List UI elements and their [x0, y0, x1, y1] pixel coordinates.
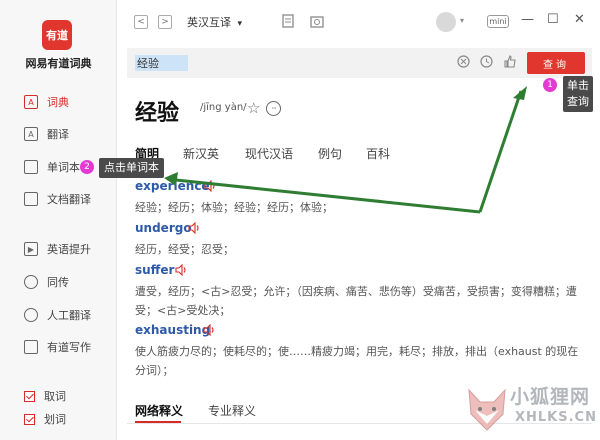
watermark: 小狐狸网 XHLKS.CN	[465, 382, 597, 436]
arrow-line-to-query	[478, 90, 523, 213]
arrow-head-icon	[513, 86, 527, 100]
step-badge-1: 1	[543, 78, 557, 92]
fox-logo-icon	[468, 388, 506, 431]
annotation-arrows	[164, 86, 527, 214]
step-badge-2: 2	[80, 160, 94, 174]
tooltip-click-wordbook: 点击单词本	[99, 158, 164, 178]
arrow-line-to-wordbook	[175, 178, 481, 214]
arrow-head-icon	[164, 172, 178, 186]
watermark-url: XHLKS.CN	[515, 410, 597, 425]
tooltip-click-query: 单击查询	[563, 76, 593, 112]
watermark-title: 小狐狸网	[510, 386, 591, 408]
